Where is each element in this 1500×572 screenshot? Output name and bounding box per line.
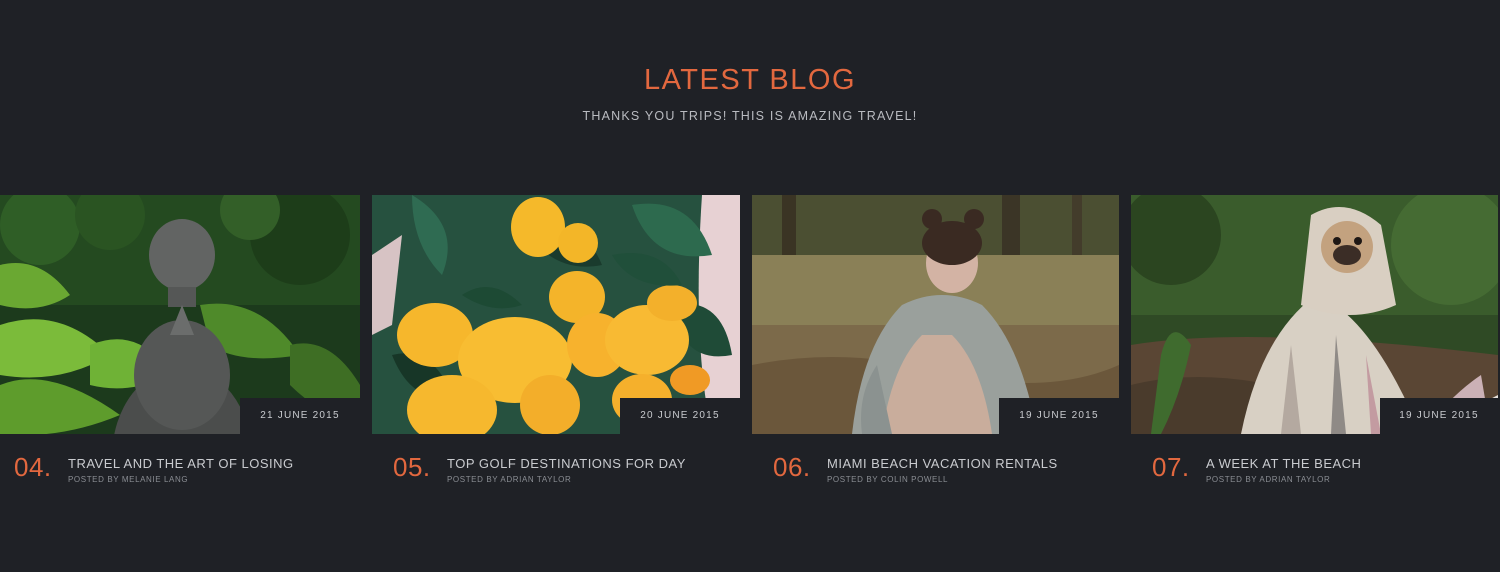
post-title-link[interactable]: TRAVEL AND THE ART OF LOSING xyxy=(68,456,294,471)
post-date-badge: 20 JUNE 2015 xyxy=(620,398,740,434)
post-author: POSTED BY COLIN POWELL xyxy=(827,475,949,484)
post-number: 04. xyxy=(14,452,52,482)
post-image-link[interactable]: 19 JUNE 2015 xyxy=(1131,195,1498,434)
post-title-link[interactable]: A WEEK AT THE BEACH xyxy=(1206,456,1361,471)
latest-blog-section: LATEST BLOG THANKS YOU TRIPS! THIS IS AM… xyxy=(0,0,1500,572)
post-number: 07. xyxy=(1152,452,1190,482)
blog-post-card: 21 JUNE 2015 04. TRAVEL AND THE ART OF L… xyxy=(0,195,360,495)
post-number: 06. xyxy=(773,452,811,482)
post-date-badge: 21 JUNE 2015 xyxy=(240,398,360,434)
blog-post-card: 19 JUNE 2015 07. A WEEK AT THE BEACH POS… xyxy=(1131,195,1498,495)
blog-post-card: 19 JUNE 2015 06. MIAMI BEACH VACATION RE… xyxy=(752,195,1119,495)
post-author: POSTED BY ADRIAN TAYLOR xyxy=(1206,475,1331,484)
post-date-badge: 19 JUNE 2015 xyxy=(1380,398,1498,434)
section-subtitle: THANKS YOU TRIPS! THIS IS AMAZING TRAVEL… xyxy=(582,109,918,123)
post-number: 05. xyxy=(393,452,431,482)
post-date-badge: 19 JUNE 2015 xyxy=(999,398,1119,434)
post-image-link[interactable]: 20 JUNE 2015 xyxy=(372,195,740,434)
post-author: POSTED BY ADRIAN TAYLOR xyxy=(447,475,572,484)
post-image-link[interactable]: 19 JUNE 2015 xyxy=(752,195,1119,434)
post-title-link[interactable]: MIAMI BEACH VACATION RENTALS xyxy=(827,456,1058,471)
section-title: LATEST BLOG xyxy=(643,64,857,96)
post-title-link[interactable]: TOP GOLF DESTINATIONS FOR DAY xyxy=(447,456,686,471)
post-author: POSTED BY MELANIE LANG xyxy=(68,475,189,484)
blog-post-card: 20 JUNE 2015 05. TOP GOLF DESTINATIONS F… xyxy=(372,195,740,495)
post-image-link[interactable]: 21 JUNE 2015 xyxy=(0,195,360,434)
